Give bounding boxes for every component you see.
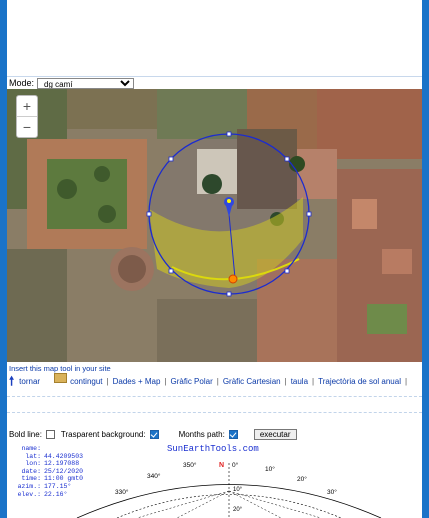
- nav-trajectoria[interactable]: Trajectòria de sol anual: [318, 377, 401, 386]
- azim-value: 177.15°: [44, 482, 72, 490]
- up-arrow-icon[interactable]: 🠕: [9, 375, 14, 387]
- divider: [7, 396, 422, 397]
- transparent-bg-label: Trasparent background:: [60, 429, 146, 439]
- name-label: name:: [21, 445, 41, 452]
- bold-line-checkbox[interactable]: [45, 429, 55, 439]
- divider: [7, 412, 422, 413]
- aerial-map: [7, 89, 422, 362]
- nav-dades-map[interactable]: Dades + Map: [113, 377, 161, 386]
- label-north: N: [219, 462, 224, 469]
- nav-contingut[interactable]: contingut: [70, 377, 102, 386]
- left-frame: [0, 0, 7, 518]
- nav-taula[interactable]: taula: [291, 377, 308, 386]
- radial-label-10: 10°: [233, 487, 243, 493]
- transparent-bg-checkbox[interactable]: [149, 429, 159, 439]
- separator: |: [216, 376, 219, 386]
- zoom-out-button[interactable]: −: [17, 116, 37, 137]
- time-value: 11:00 gmt0: [44, 475, 84, 483]
- separator: |: [106, 376, 109, 386]
- lat-label: lat:: [25, 452, 41, 460]
- elev-label: elev.:: [17, 490, 41, 498]
- label-0: 0°: [232, 461, 239, 469]
- separator: |: [404, 376, 408, 386]
- label-20: 20°: [297, 475, 307, 483]
- elev-value: 22.16°: [44, 490, 68, 498]
- nav-tornar[interactable]: tornar: [19, 377, 40, 386]
- separator: |: [164, 376, 167, 386]
- separator: |: [312, 376, 315, 386]
- polar-chart: 340° 350° N 0° 10° 20° 330° 30° 10° 20° …: [7, 441, 422, 518]
- months-path-checkbox[interactable]: [228, 429, 238, 439]
- sun-info-block: name: lat: 44.4209503 lon: 12.197088 date:…: [11, 445, 83, 498]
- page-content: Mode: dg camí + − Insert this map tool i…: [7, 0, 422, 518]
- radial-label-20: 20°: [233, 507, 243, 513]
- right-frame: [422, 0, 429, 518]
- date-label: date:: [21, 467, 41, 475]
- lon-value: 12.197088: [44, 460, 80, 468]
- lat-value: 44.4209503: [44, 452, 84, 460]
- mode-select[interactable]: dg camí: [37, 77, 135, 89]
- label-350: 350°: [183, 461, 197, 469]
- mode-row: Mode: dg camí: [9, 77, 135, 89]
- folder-icon[interactable]: [54, 373, 68, 383]
- nav-grafic-polar[interactable]: Gràfic Polar: [171, 377, 213, 386]
- months-path-label: Months path:: [178, 429, 225, 439]
- separator: |: [284, 376, 287, 386]
- label-340: 340°: [147, 472, 161, 480]
- options-row: Bold line: Trasparent background: Months…: [9, 428, 422, 440]
- nav-links: 🠕 tornar contingut | Dades + Map | Gràfi…: [9, 373, 422, 388]
- label-30: 30°: [327, 488, 337, 496]
- site-name: SunEarthTools.com: [167, 444, 259, 454]
- time-label: time:: [21, 475, 41, 483]
- lon-label: lon:: [25, 460, 41, 468]
- label-10: 10°: [265, 465, 275, 473]
- insert-map-link[interactable]: Insert this map tool in your site: [9, 364, 111, 373]
- azim-label: azim.:: [17, 482, 41, 490]
- bold-line-label: Bold line:: [9, 429, 42, 439]
- zoom-in-button[interactable]: +: [17, 96, 37, 116]
- execute-button[interactable]: executar: [253, 428, 297, 440]
- nav-grafic-cartesian[interactable]: Gràfic Cartesian: [223, 377, 281, 386]
- top-panel: [7, 0, 422, 77]
- date-value: 25/12/2020: [44, 467, 84, 475]
- label-330: 330°: [115, 488, 129, 496]
- map-view[interactable]: + −: [7, 89, 422, 362]
- mode-label: Mode:: [9, 78, 35, 88]
- zoom-controls: + −: [16, 95, 38, 138]
